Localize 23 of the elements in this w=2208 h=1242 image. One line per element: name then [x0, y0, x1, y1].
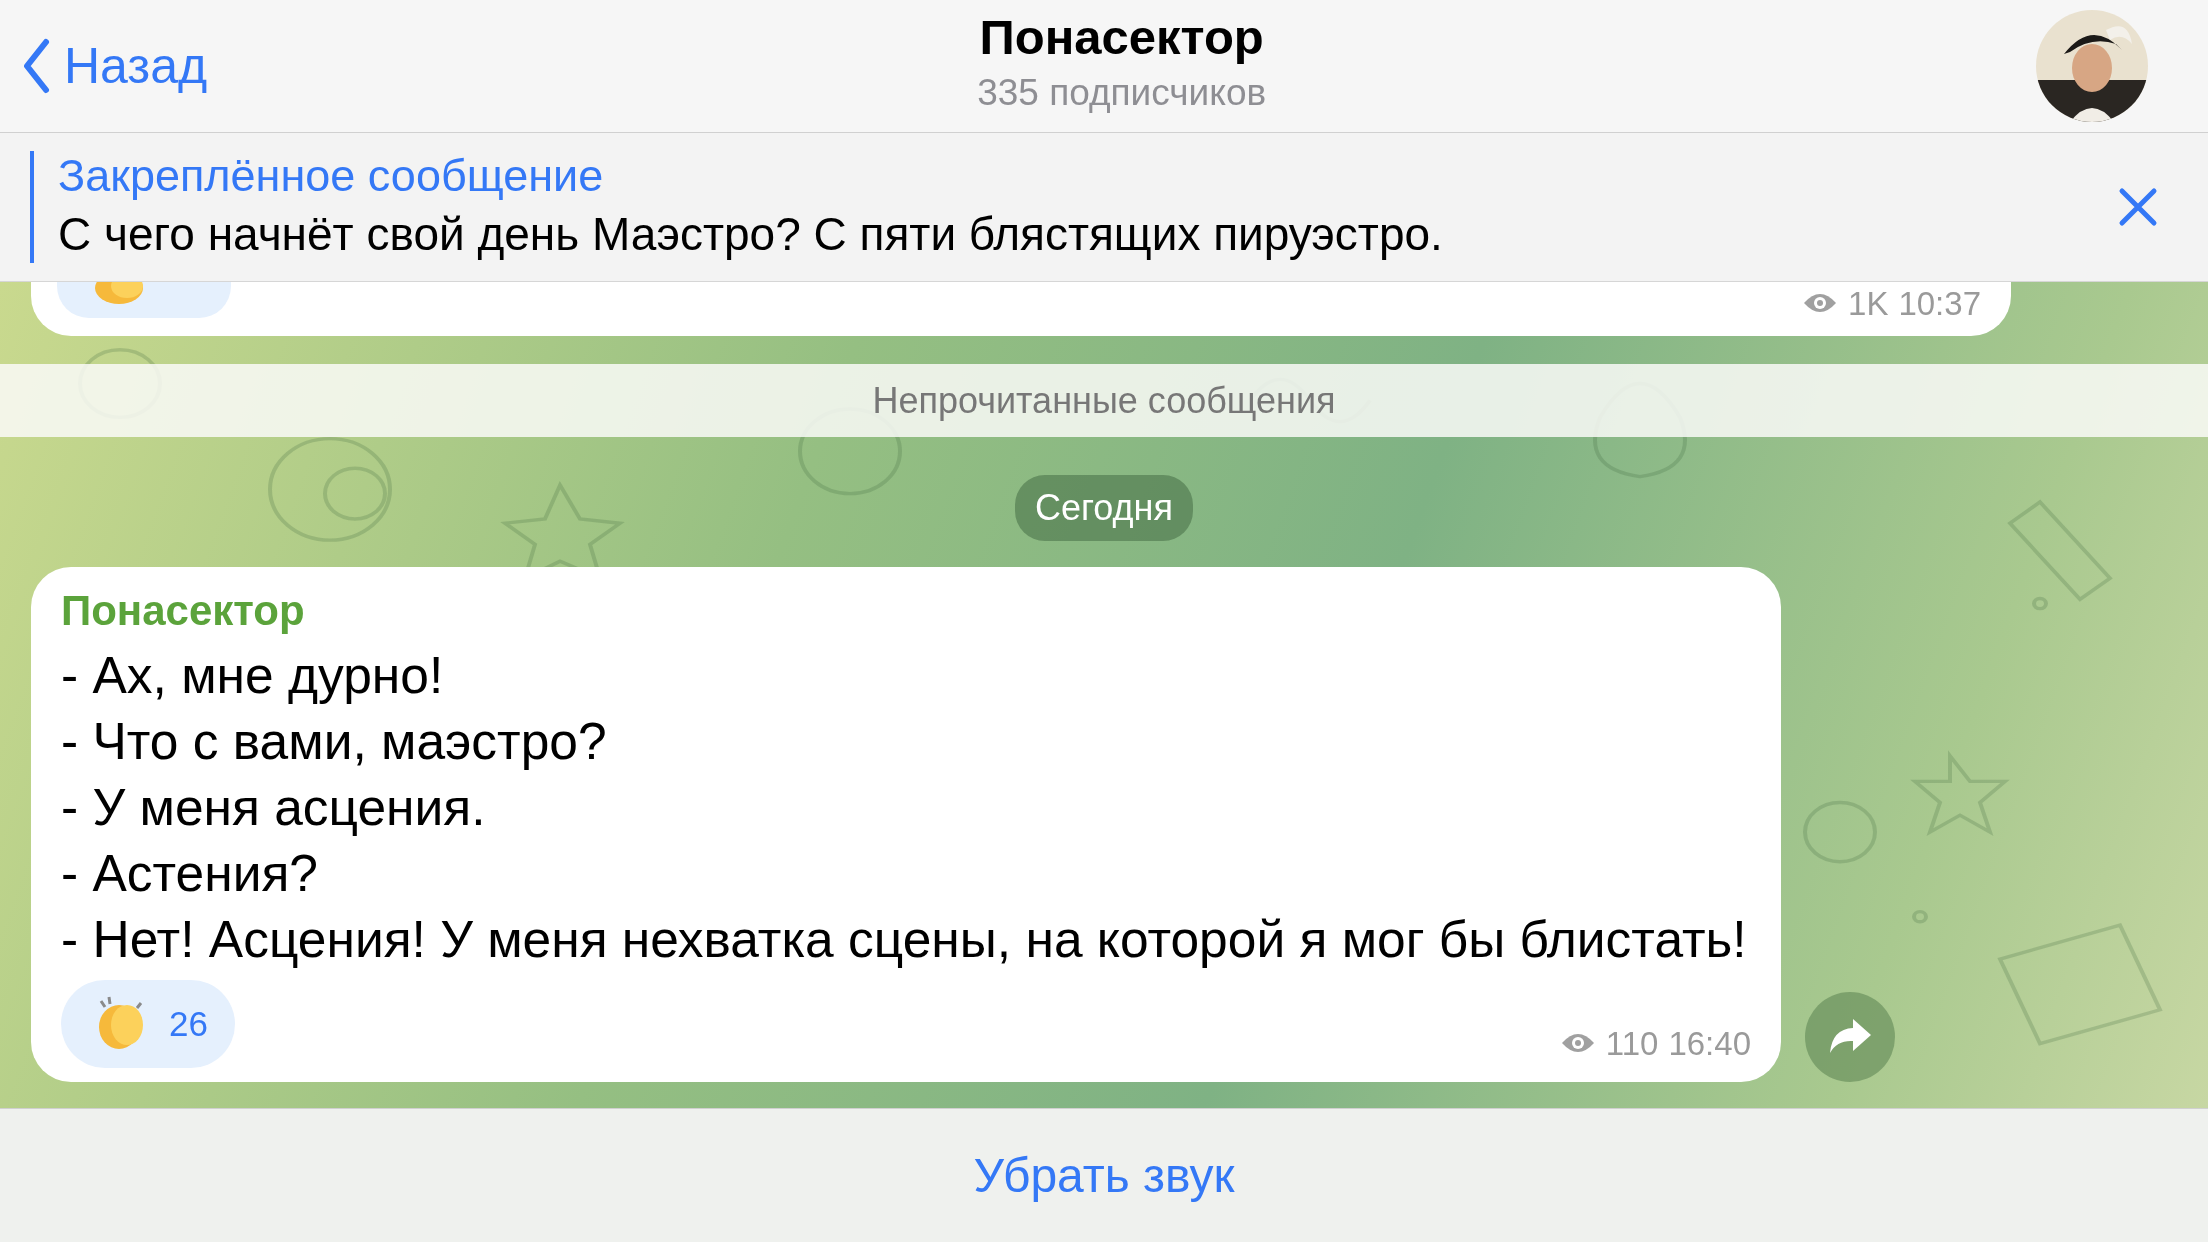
message-line: - Ах, мне дурно!: [61, 645, 445, 706]
pinned-title: Закреплённое сообщение: [58, 148, 605, 203]
back-button[interactable]: Назад: [22, 28, 208, 104]
message-time: 10:37: [1898, 283, 1981, 324]
view-count: 1K: [1848, 283, 1889, 324]
message-line: - Нет! Асцения! У меня нехватка сцены, на которой я мог бы блистать!: [61, 909, 1748, 970]
message-line: - Что с вами, маэстро?: [61, 711, 608, 772]
close-icon: [2118, 187, 2158, 227]
view-count: 110: [1605, 1023, 1659, 1064]
mute-button[interactable]: Убрать звук: [967, 1138, 1241, 1213]
pinned-message-bar[interactable]: Закреплённое сообщение С чего начнёт свой день Маэстро? С пяти блястящих пируэстро.: [0, 133, 2208, 282]
reaction-chip[interactable]: [57, 282, 231, 318]
chevron-left-icon: [22, 38, 50, 94]
message-line: - У меня асцения.: [61, 777, 487, 838]
channel-title: Понасектор: [978, 11, 1265, 66]
message-time: 16:40: [1668, 1023, 1751, 1064]
sender-name: Понасектор: [61, 586, 306, 636]
close-button[interactable]: [2118, 187, 2158, 227]
message-line: - Астения?: [61, 843, 319, 904]
subscriber-count: 335 подписчиков: [977, 71, 1267, 116]
pinned-text: С чего начнёт свой день Маэстро? С пяти блястящих пируэстро.: [58, 206, 1444, 262]
date-badge: Сегодня: [1015, 475, 1193, 541]
reaction-chip[interactable]: 26: [61, 980, 235, 1068]
